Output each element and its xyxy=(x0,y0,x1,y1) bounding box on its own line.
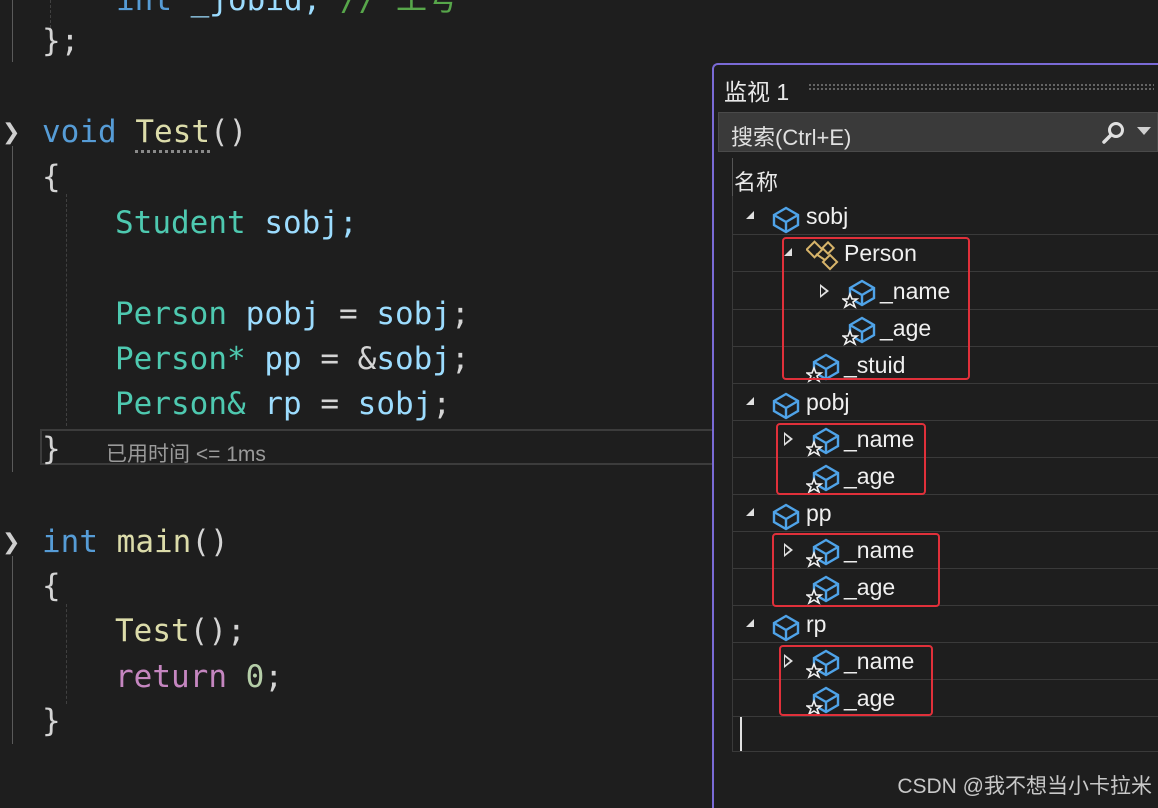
search-icon[interactable] xyxy=(1101,120,1127,146)
code-line-rp: Person& rp = sobj; xyxy=(115,386,451,422)
row-divider xyxy=(732,642,1158,643)
collapse-triangle-icon[interactable] xyxy=(746,397,754,405)
watch-row[interactable]: pp xyxy=(714,496,1154,532)
highlight-box xyxy=(772,533,940,607)
row-divider xyxy=(732,751,1158,752)
row-divider xyxy=(732,531,1158,532)
watch-row-label: pp xyxy=(806,500,832,526)
code-line-pp: Person* pp = &sobj; xyxy=(115,341,470,377)
open-brace: { xyxy=(42,568,61,604)
row-divider xyxy=(732,420,1158,421)
collapse-triangle-icon[interactable] xyxy=(746,211,754,219)
test-function-signature: void Test() xyxy=(42,114,247,153)
struct-close-brace: }; xyxy=(42,23,80,59)
code-line-pobj: Person pobj = sobj; xyxy=(115,296,470,332)
code-editor[interactable]: int _jobid; // 工号 }; ❯ void Test() { Stu… xyxy=(0,0,712,808)
main-function-signature: int main() xyxy=(42,524,229,560)
new-watch-input-caret[interactable] xyxy=(740,717,742,751)
close-brace: } xyxy=(42,703,61,739)
code-line-fragment: int _jobid; // 工号 xyxy=(116,0,458,18)
watch-row-label: pobj xyxy=(806,389,850,415)
column-divider xyxy=(732,158,733,196)
title-drag-grip[interactable] xyxy=(808,83,1154,91)
code-line-student: Student sobj; xyxy=(115,205,358,241)
collapse-triangle-icon[interactable] xyxy=(746,619,754,627)
scope-guide xyxy=(12,146,13,472)
close-brace: } xyxy=(42,431,61,467)
watch-row-label: sobj xyxy=(806,203,849,229)
elapsed-time-hint: 已用时间 <= 1ms xyxy=(106,443,266,466)
row-divider xyxy=(732,716,1158,717)
watch-row[interactable]: pobj xyxy=(714,385,1154,421)
search-placeholder: 搜索(Ctrl+E) xyxy=(731,125,852,150)
code-line-return: return 0; xyxy=(115,659,283,695)
scope-guide xyxy=(12,0,13,62)
highlight-box xyxy=(779,645,933,716)
watch-title: 监视 1 xyxy=(724,79,790,105)
scope-guide xyxy=(12,556,13,744)
highlight-box xyxy=(776,423,926,495)
watch-window[interactable]: 监视 1 搜索(Ctrl+E) 名称 sobj Person _name _age _s… xyxy=(712,63,1158,808)
row-divider xyxy=(732,234,1158,235)
search-box[interactable]: 搜索(Ctrl+E) xyxy=(718,112,1158,152)
chevron-down-icon[interactable] xyxy=(1137,127,1151,135)
watch-row[interactable]: sobj xyxy=(714,199,1154,235)
column-header-name[interactable]: 名称 xyxy=(734,165,778,197)
fold-chevron-icon[interactable]: ❯ xyxy=(2,120,20,145)
open-brace: { xyxy=(42,159,61,195)
collapse-triangle-icon[interactable] xyxy=(746,508,754,516)
code-line-call: Test(); xyxy=(115,613,246,649)
watermark: CSDN @我不想当小卡拉米 xyxy=(897,775,1152,798)
fold-chevron-icon[interactable]: ❯ xyxy=(2,530,20,555)
row-divider xyxy=(732,383,1158,384)
indent-guide xyxy=(66,604,67,704)
watch-row[interactable]: rp xyxy=(714,607,1154,643)
highlight-box xyxy=(782,237,970,380)
watch-row-label: rp xyxy=(806,611,827,637)
indent-guide xyxy=(66,194,67,426)
